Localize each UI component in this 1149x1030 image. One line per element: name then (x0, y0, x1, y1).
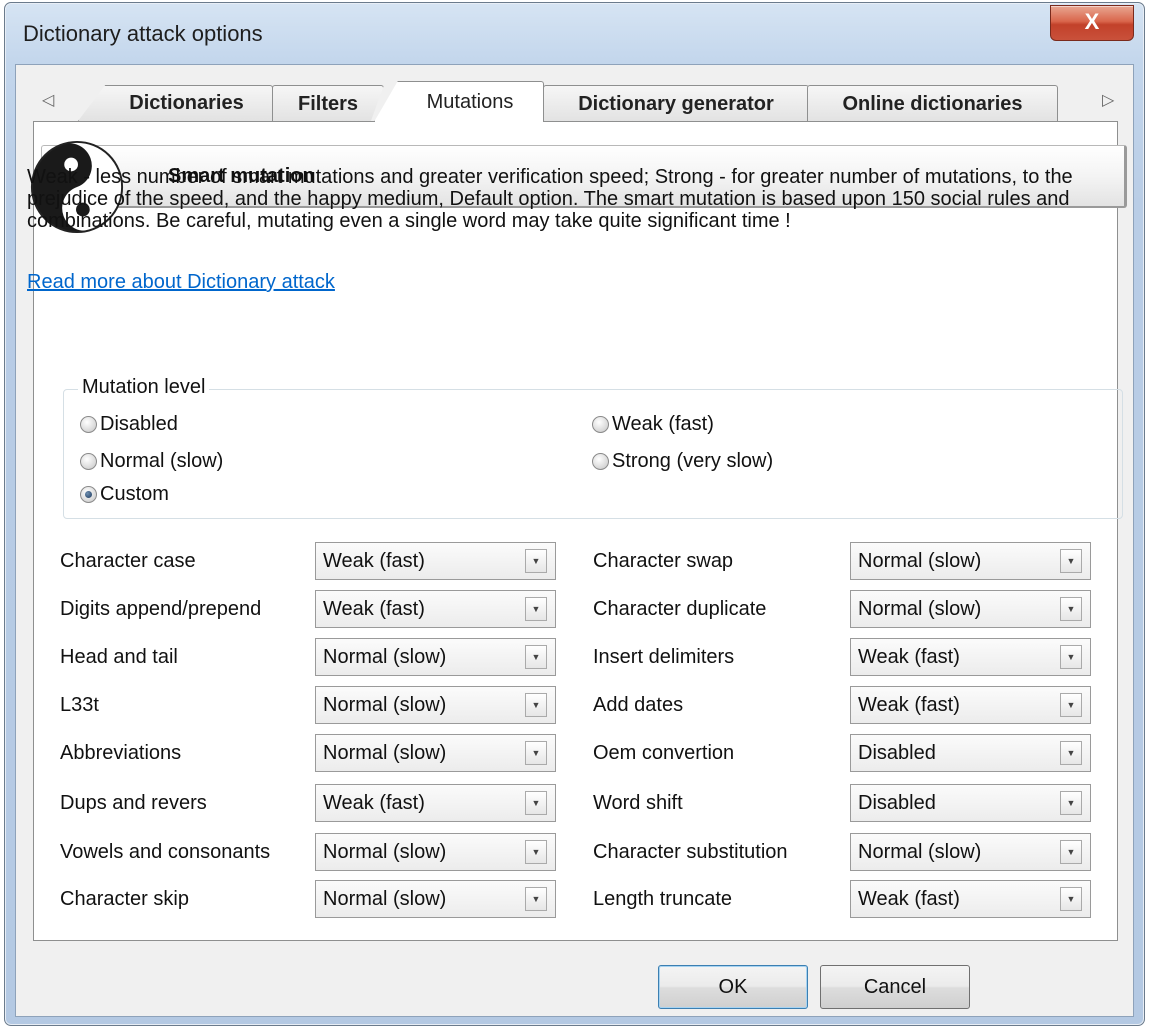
description-text: Weak - less number of smart mutations an… (27, 166, 1073, 232)
radio-button-icon[interactable] (80, 416, 97, 433)
character-swap-dropdown[interactable]: Normal (slow) ▼ (850, 542, 1091, 580)
dropdown-value: Normal (slow) (323, 646, 447, 668)
ok-button[interactable]: OK (658, 965, 808, 1009)
dropdown-value: Weak (fast) (858, 888, 960, 910)
chevron-down-icon[interactable]: ▼ (525, 597, 547, 621)
radio-custom[interactable]: Custom (80, 483, 169, 506)
insert-delimiters-label: Insert delimiters (593, 646, 735, 668)
dropdown-value: Weak (fast) (858, 646, 960, 668)
character-substitution-label: Character substitution (593, 841, 788, 863)
radio-button-icon[interactable] (592, 453, 609, 470)
character-skip-label: Character skip (60, 888, 189, 910)
character-case-label: Character case (60, 550, 196, 572)
dropdown-value: Normal (slow) (323, 742, 447, 764)
radio-weak-fast[interactable]: Weak (fast) (592, 413, 714, 436)
dropdown-value: Normal (slow) (858, 550, 982, 572)
chevron-down-icon[interactable]: ▼ (525, 840, 547, 864)
chevron-down-icon[interactable]: ▼ (1060, 693, 1082, 717)
length-truncate-label: Length truncate (593, 888, 732, 910)
chevron-down-icon[interactable]: ▼ (1060, 741, 1082, 765)
word-shift-label: Word shift (593, 792, 683, 814)
digits-append-prepend-dropdown[interactable]: Weak (fast) ▼ (315, 590, 556, 628)
dropdown-value: Normal (slow) (858, 598, 982, 620)
chevron-down-icon[interactable]: ▼ (525, 741, 547, 765)
chevron-down-icon[interactable]: ▼ (1060, 887, 1082, 911)
chevron-down-icon[interactable]: ▼ (525, 693, 547, 717)
dups-and-revers-dropdown[interactable]: Weak (fast) ▼ (315, 784, 556, 822)
head-and-tail-label: Head and tail (60, 646, 178, 668)
chevron-down-icon[interactable]: ▼ (1060, 597, 1082, 621)
tab-mutations[interactable]: Mutations (374, 81, 544, 122)
tab-scroll-left-icon[interactable]: ◁ (42, 90, 54, 110)
length-truncate-dropdown[interactable]: Weak (fast) ▼ (850, 880, 1091, 918)
character-duplicate-label: Character duplicate (593, 598, 767, 620)
add-dates-dropdown[interactable]: Weak (fast) ▼ (850, 686, 1091, 724)
vowels-and-consonants-label: Vowels and consonants (60, 841, 271, 863)
radio-button-icon[interactable] (592, 416, 609, 433)
abbreviations-label: Abbreviations (60, 742, 182, 764)
add-dates-label: Add dates (593, 694, 684, 716)
word-shift-dropdown[interactable]: Disabled ▼ (850, 784, 1091, 822)
title-bar[interactable]: Dictionary attack options X (5, 3, 1144, 69)
radio-button-icon[interactable] (80, 453, 97, 470)
insert-delimiters-dropdown[interactable]: Weak (fast) ▼ (850, 638, 1091, 676)
tab-scroll-right-icon[interactable]: ▷ (1102, 90, 1114, 110)
chevron-down-icon[interactable]: ▼ (1060, 791, 1082, 815)
dropdown-value: Normal (slow) (858, 841, 982, 863)
chevron-down-icon[interactable]: ▼ (1060, 645, 1082, 669)
character-case-dropdown[interactable]: Weak (fast) ▼ (315, 542, 556, 580)
tab-dictionary-generator[interactable]: Dictionary generator (543, 85, 809, 122)
chevron-down-icon[interactable]: ▼ (525, 645, 547, 669)
dups-and-revers-label: Dups and revers (60, 792, 207, 814)
character-substitution-dropdown[interactable]: Normal (slow) ▼ (850, 833, 1091, 871)
digits-append-prepend-label: Digits append/prepend (60, 598, 262, 620)
radio-button-selected-icon[interactable] (80, 486, 97, 503)
tab-online-dictionaries[interactable]: Online dictionaries (807, 85, 1058, 122)
oem-convertion-dropdown[interactable]: Disabled ▼ (850, 734, 1091, 772)
cancel-button[interactable]: Cancel (820, 965, 970, 1009)
chevron-down-icon[interactable]: ▼ (1060, 549, 1082, 573)
mutation-level-legend: Mutation level (78, 376, 210, 399)
radio-disabled[interactable]: Disabled (80, 413, 178, 436)
character-skip-dropdown[interactable]: Normal (slow) ▼ (315, 880, 556, 918)
read-more-link[interactable]: Read more about Dictionary attack (27, 271, 335, 294)
dropdown-value: Disabled (858, 792, 936, 814)
window-title: Dictionary attack options (23, 21, 263, 46)
dropdown-value: Weak (fast) (323, 598, 425, 620)
chevron-down-icon[interactable]: ▼ (525, 549, 547, 573)
tab-filters[interactable]: Filters (272, 85, 384, 122)
abbreviations-dropdown[interactable]: Normal (slow) ▼ (315, 734, 556, 772)
dropdown-value: Weak (fast) (858, 694, 960, 716)
character-duplicate-dropdown[interactable]: Normal (slow) ▼ (850, 590, 1091, 628)
dropdown-value: Normal (slow) (323, 841, 447, 863)
radio-normal-slow[interactable]: Normal (slow) (80, 450, 223, 473)
dropdown-value: Normal (slow) (323, 888, 447, 910)
chevron-down-icon[interactable]: ▼ (525, 887, 547, 911)
dropdown-value: Weak (fast) (323, 550, 425, 572)
oem-convertion-label: Oem convertion (593, 742, 735, 764)
radio-strong-very-slow[interactable]: Strong (very slow) (592, 450, 773, 473)
l33t-label: L33t (60, 694, 99, 716)
character-swap-label: Character swap (593, 550, 734, 572)
l33t-dropdown[interactable]: Normal (slow) ▼ (315, 686, 556, 724)
chevron-down-icon[interactable]: ▼ (525, 791, 547, 815)
close-button[interactable]: X (1050, 5, 1134, 41)
vowels-and-consonants-dropdown[interactable]: Normal (slow) ▼ (315, 833, 556, 871)
dropdown-value: Weak (fast) (323, 792, 425, 814)
dropdown-value: Disabled (858, 742, 936, 764)
dropdown-value: Normal (slow) (323, 694, 447, 716)
head-and-tail-dropdown[interactable]: Normal (slow) ▼ (315, 638, 556, 676)
tab-dictionaries[interactable]: Dictionaries (78, 85, 273, 121)
chevron-down-icon[interactable]: ▼ (1060, 840, 1082, 864)
